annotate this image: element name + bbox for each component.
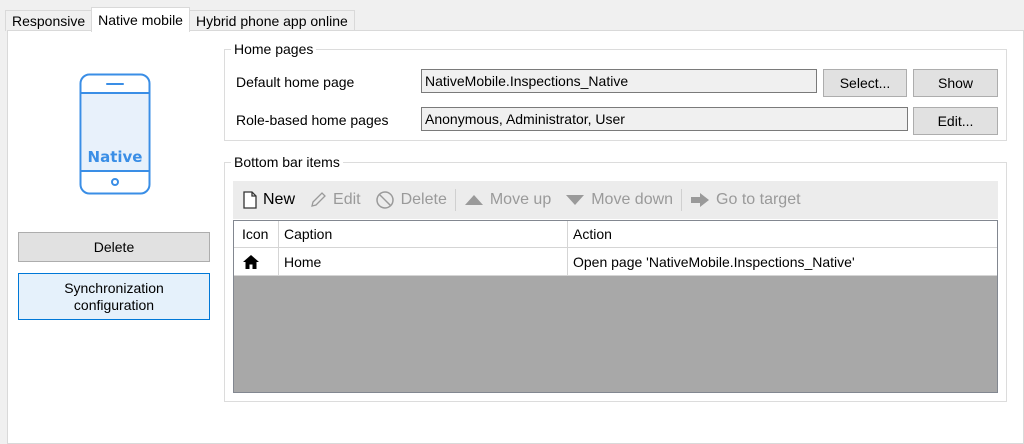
toolbar-separator bbox=[681, 189, 683, 211]
delete-item-button-label: Delete bbox=[400, 191, 447, 208]
phone-illustration: Native bbox=[79, 73, 151, 195]
home-pages-title: Home pages bbox=[231, 41, 317, 57]
move-up-button-label: Move up bbox=[489, 191, 552, 208]
move-down-button-label: Move down bbox=[591, 191, 674, 208]
tab-native-mobile[interactable]: Native mobile bbox=[91, 7, 190, 32]
row-action: Open page 'NativeMobile.Inspections_Nati… bbox=[573, 253, 855, 270]
tab-responsive[interactable]: Responsive bbox=[5, 10, 93, 31]
role-based-home-pages-field[interactable]: Anonymous, Administrator, User bbox=[421, 107, 908, 131]
prohibited-icon bbox=[375, 191, 394, 209]
grid-header: Icon Caption Action bbox=[234, 221, 997, 248]
triangle-up-icon bbox=[464, 195, 483, 205]
role-based-home-pages-label: Role-based home pages bbox=[236, 112, 389, 128]
triangle-down-icon bbox=[566, 195, 585, 205]
arrow-right-icon bbox=[691, 193, 710, 207]
move-down-button[interactable]: Move down bbox=[565, 191, 673, 209]
new-button[interactable]: New bbox=[243, 191, 295, 209]
row-icon-cell bbox=[234, 248, 279, 275]
phone-icon bbox=[79, 73, 151, 195]
table-row[interactable]: Home Open page 'NativeMobile.Inspections… bbox=[234, 248, 997, 276]
new-document-icon bbox=[243, 191, 257, 209]
row-caption: Home bbox=[279, 248, 568, 275]
show-button[interactable]: Show bbox=[913, 69, 998, 97]
go-to-target-button[interactable]: Go to target bbox=[690, 191, 801, 209]
edit-role-home-pages-button[interactable]: Edit... bbox=[913, 107, 998, 135]
tab-hybrid-phone-app-online[interactable]: Hybrid phone app online bbox=[188, 10, 355, 31]
edit-button[interactable]: Edit bbox=[309, 191, 361, 209]
new-button-label: New bbox=[263, 191, 296, 208]
column-header-caption[interactable]: Caption bbox=[279, 221, 568, 247]
column-header-action[interactable]: Action bbox=[568, 221, 997, 247]
bottom-bar-items-title: Bottom bar items bbox=[231, 154, 343, 170]
bottom-bar-toolbar: New Edit Delete Move up Move down Go to … bbox=[233, 181, 998, 219]
toolbar-separator bbox=[454, 189, 456, 211]
pencil-icon bbox=[311, 192, 326, 207]
tab-strip: Responsive Native mobile Hybrid phone ap… bbox=[5, 7, 355, 32]
home-icon bbox=[243, 254, 259, 269]
phone-label: Native bbox=[87, 148, 143, 166]
delete-button[interactable]: Delete bbox=[18, 232, 210, 262]
default-home-page-field[interactable]: NativeMobile.Inspections_Native bbox=[421, 69, 817, 93]
delete-item-button[interactable]: Delete bbox=[375, 190, 447, 210]
synchronization-configuration-button[interactable]: Synchronization configuration bbox=[18, 273, 210, 320]
column-header-icon[interactable]: Icon bbox=[234, 221, 279, 247]
default-home-page-label: Default home page bbox=[236, 74, 355, 90]
edit-button-label: Edit bbox=[333, 191, 361, 208]
bottom-bar-items-grid: Icon Caption Action Home Open page 'Nati… bbox=[233, 220, 998, 393]
go-to-target-button-label: Go to target bbox=[716, 191, 801, 208]
move-up-button[interactable]: Move up bbox=[464, 191, 551, 209]
select-button[interactable]: Select... bbox=[823, 69, 907, 97]
